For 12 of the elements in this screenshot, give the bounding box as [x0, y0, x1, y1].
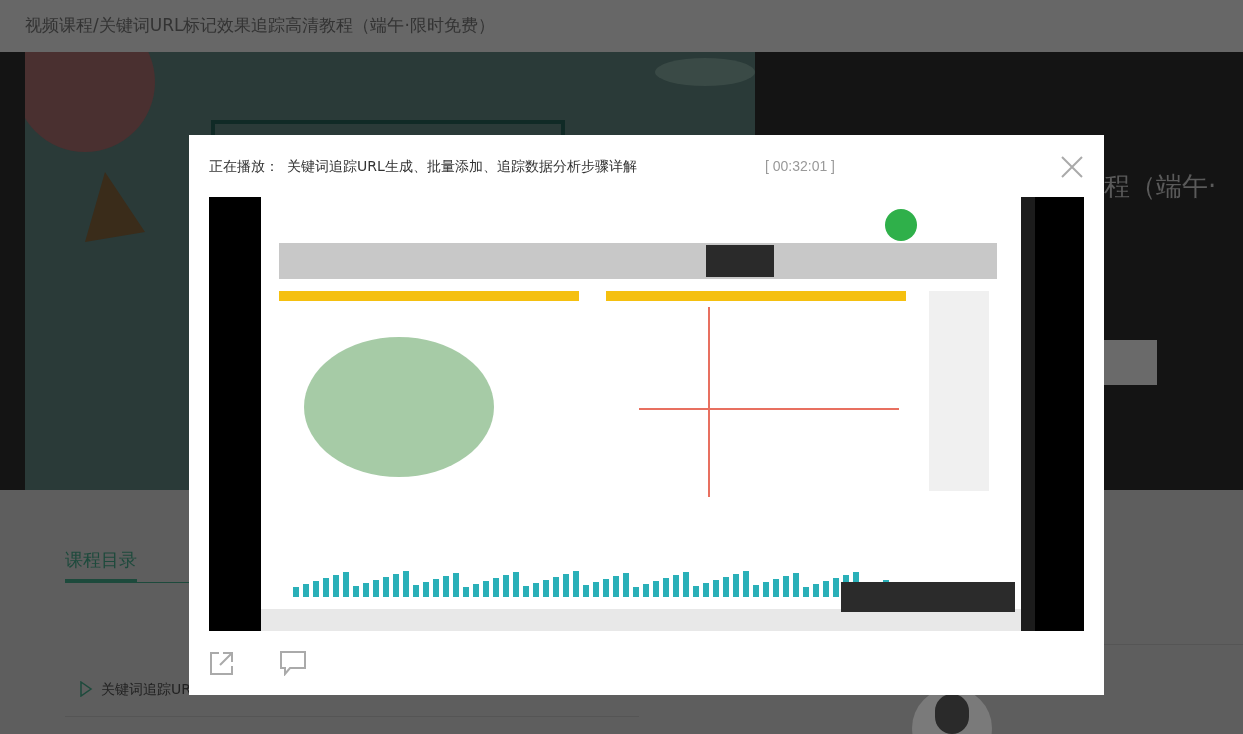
close-button[interactable] — [1060, 155, 1084, 179]
now-playing-label: 正在播放： — [209, 156, 279, 176]
close-icon — [1061, 156, 1083, 178]
comment-icon — [280, 651, 306, 676]
lesson-title[interactable]: 关键词追踪UR — [101, 678, 191, 700]
video-title: 关键词追踪URL生成、批量添加、追踪数据分析步骤详解 — [287, 156, 637, 176]
video-duration: [ 00:32:01 ] — [764, 156, 835, 176]
share-icon — [209, 651, 234, 676]
share-button[interactable] — [209, 651, 234, 676]
course-title: 程（端午· — [1104, 170, 1218, 203]
play-icon — [79, 681, 93, 697]
comment-button[interactable] — [280, 651, 306, 676]
